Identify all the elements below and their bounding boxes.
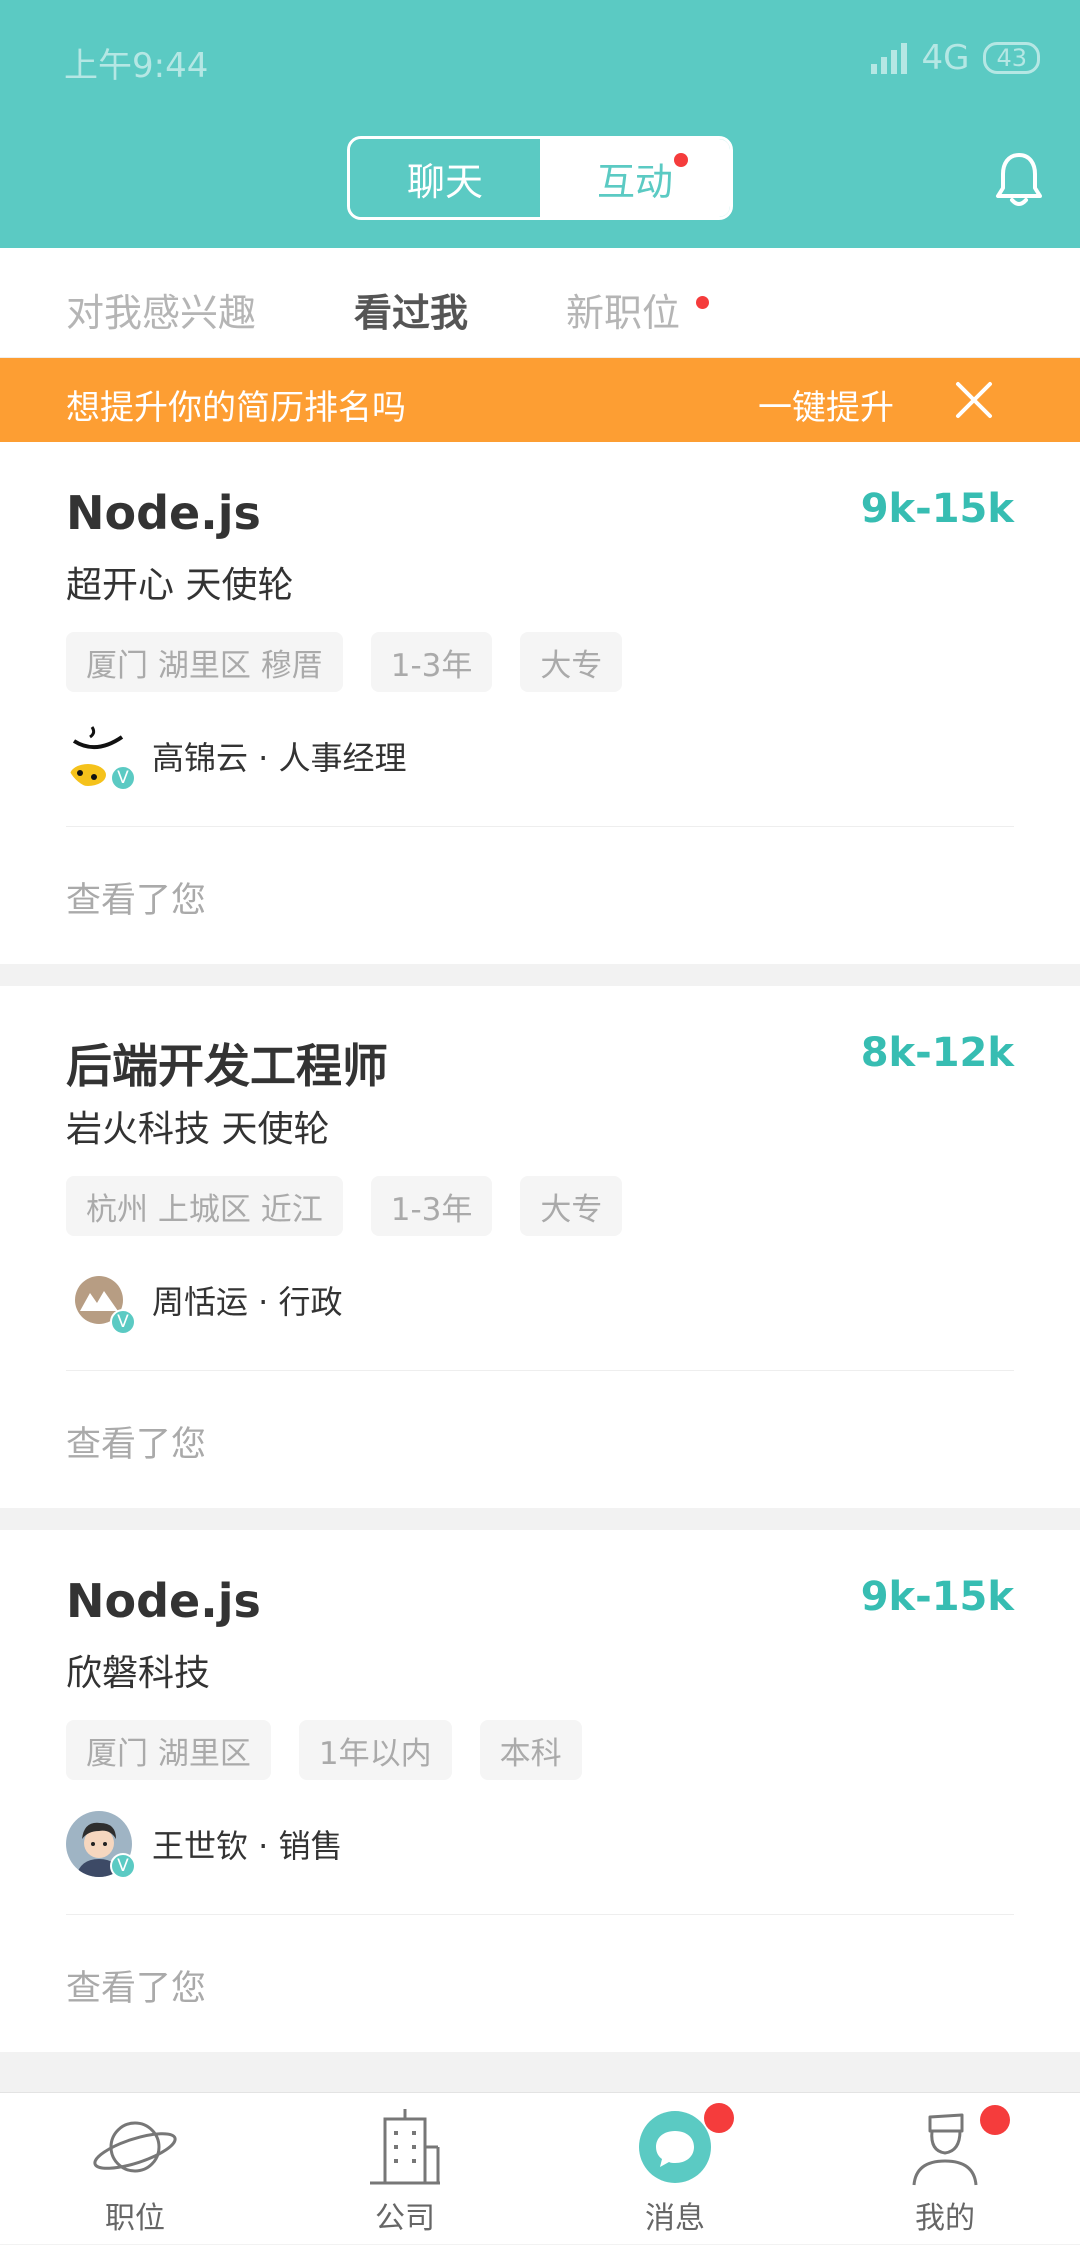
company-info: 欣磐科技: [66, 1653, 211, 1694]
subtab-viewed-me[interactable]: 看过我: [354, 282, 468, 337]
nav-label-messages: 消息: [645, 2201, 705, 2236]
viewed-status: 查看了您: [66, 1425, 207, 1465]
tag-experience: 1-3年: [370, 632, 493, 692]
tab-interaction[interactable]: 互动: [540, 139, 730, 217]
nav-label-companies: 公司: [375, 2201, 435, 2236]
nav-item-profile[interactable]: 我的: [810, 2093, 1080, 2245]
job-title: Node.js: [66, 1574, 261, 1628]
avatar: V: [66, 723, 136, 791]
top-header: 上午9:44 4G 43 聊天 互动: [0, 0, 1080, 248]
viewed-status: 查看了您: [66, 1969, 207, 2009]
tag-education: 大专: [520, 632, 623, 692]
bottom-navigation: 职位 公司 消息 我的: [0, 2092, 1080, 2244]
recruiter-name: 周恬运 · 行政: [152, 1283, 343, 1321]
avatar: V: [66, 1267, 136, 1335]
verified-badge: V: [110, 1309, 136, 1335]
subtab-new-jobs[interactable]: 新职位: [566, 282, 680, 337]
bell-icon[interactable]: [994, 150, 1044, 210]
avatar: V: [66, 1811, 136, 1879]
planet-icon: [93, 2121, 177, 2173]
recruiter-name: 高锦云 · 人事经理: [152, 739, 407, 777]
job-card[interactable]: 后端开发工程师 8k-12k 岩火科技 天使轮 杭州 上城区 近江 1-3年 大…: [0, 986, 1080, 1508]
tab-chat-label: 聊天: [406, 159, 483, 204]
recruiter: V 周恬运 · 行政: [66, 1266, 343, 1335]
job-title: Node.js: [66, 486, 261, 540]
tab-chat[interactable]: 聊天: [350, 139, 540, 217]
signal-icon: [871, 42, 908, 74]
status-time: 上午9:44: [64, 46, 209, 86]
new-jobs-dot: [696, 296, 709, 309]
salary: 9k-15k: [860, 486, 1014, 532]
company-info: 岩火科技 天使轮: [66, 1109, 330, 1150]
job-card[interactable]: Node.js 9k-15k 欣磐科技 厦门 湖里区 1年以内 本科 V 王世钦…: [0, 1530, 1080, 2052]
job-tags: 厦门 湖里区 1年以内 本科: [66, 1720, 582, 1780]
unread-dot: [674, 153, 688, 167]
tag-experience: 1年以内: [298, 1720, 452, 1780]
profile-icon: [912, 2113, 978, 2186]
battery-icon: 43: [983, 42, 1040, 74]
divider: [66, 826, 1014, 827]
status-right: 4G 43: [871, 38, 1040, 78]
promote-button[interactable]: 一键提升: [758, 380, 894, 429]
tag-experience: 1-3年: [370, 1176, 493, 1236]
close-icon[interactable]: [950, 376, 998, 424]
tag-location: 杭州 上城区 近江: [66, 1176, 343, 1236]
status-bar: 上午9:44 4G 43: [0, 0, 1080, 120]
building-icon: [370, 2109, 440, 2185]
banner-text: 想提升你的简历排名吗: [66, 388, 406, 428]
job-tags: 厦门 湖里区 穆厝 1-3年 大专: [66, 632, 623, 692]
nav-item-messages[interactable]: 消息: [540, 2093, 810, 2245]
job-title: 后端开发工程师: [66, 1039, 388, 1093]
verified-badge: V: [110, 1853, 136, 1879]
job-card[interactable]: Node.js 9k-15k 超开心 天使轮 厦门 湖里区 穆厝 1-3年 大专…: [0, 442, 1080, 964]
network-type: 4G: [921, 38, 970, 78]
verified-badge: V: [110, 765, 136, 791]
salary: 8k-12k: [860, 1030, 1014, 1076]
viewed-status: 查看了您: [66, 881, 207, 921]
tag-location: 厦门 湖里区: [66, 1720, 271, 1780]
nav-item-jobs[interactable]: 职位: [0, 2093, 270, 2245]
nav-item-companies[interactable]: 公司: [270, 2093, 540, 2245]
battery-level: 43: [996, 44, 1027, 72]
recruiter-name: 王世钦 · 销售: [152, 1827, 343, 1865]
tag-education: 本科: [479, 1720, 582, 1780]
messages-badge: [704, 2103, 734, 2133]
divider: [66, 1370, 1014, 1371]
sub-tabs: 对我感兴趣 看过我 新职位: [0, 248, 1080, 358]
promote-resume-banner: 想提升你的简历排名吗 一键提升: [0, 358, 1080, 442]
divider: [66, 1914, 1014, 1915]
company-info: 超开心 天使轮: [66, 565, 294, 606]
nav-label-profile: 我的: [915, 2201, 975, 2236]
job-tags: 杭州 上城区 近江 1-3年 大专: [66, 1176, 623, 1236]
nav-label-jobs: 职位: [105, 2201, 165, 2236]
recruiter: V 高锦云 · 人事经理: [66, 722, 407, 791]
tab-interaction-label: 互动: [596, 159, 673, 204]
salary: 9k-15k: [860, 1574, 1014, 1620]
profile-badge: [980, 2105, 1010, 2135]
subtab-interested-in-me[interactable]: 对我感兴趣: [66, 282, 256, 337]
tag-location: 厦门 湖里区 穆厝: [66, 632, 343, 692]
chat-interaction-switch: 聊天 互动: [347, 136, 733, 220]
recruiter: V 王世钦 · 销售: [66, 1810, 343, 1879]
tag-education: 大专: [520, 1176, 623, 1236]
